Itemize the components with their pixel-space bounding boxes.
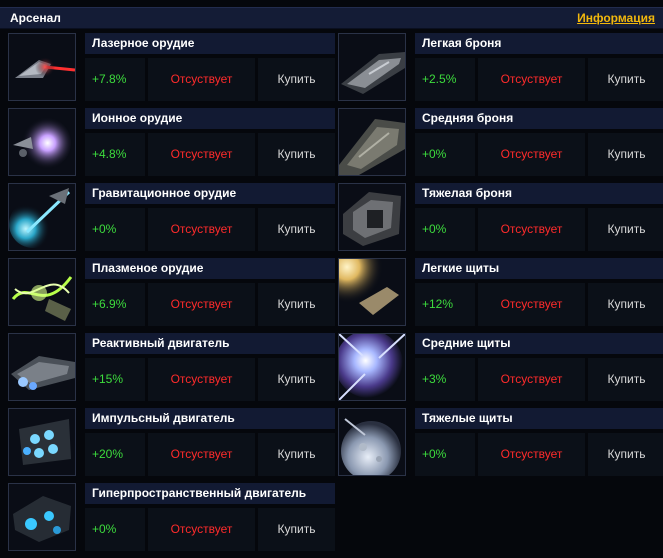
bonus-value: +4.8% bbox=[85, 133, 145, 176]
medium-shield-icon bbox=[338, 333, 406, 401]
item-plasma-cannon: Плазменое орудие +6.9% Отсуствует Купить bbox=[8, 258, 335, 326]
impulse-engine-icon bbox=[8, 408, 76, 476]
item-name: Лазерное орудие bbox=[85, 33, 335, 54]
status-label: Отсуствует bbox=[478, 283, 585, 326]
bonus-value: +7.8% bbox=[85, 58, 145, 101]
item-name: Легкая броня bbox=[415, 33, 663, 54]
item-name: Гиперпространственный двигатель bbox=[85, 483, 335, 504]
status-label: Отсуствует bbox=[148, 208, 255, 251]
laser-cannon-icon bbox=[8, 33, 76, 101]
light-armor-icon bbox=[338, 33, 406, 101]
bonus-value: +0% bbox=[415, 133, 475, 176]
item-medium-armor: Средняя броня +0% Отсуствует Купить bbox=[338, 108, 663, 176]
item-name: Реактивный двигатель bbox=[85, 333, 335, 354]
buy-button[interactable]: Купить bbox=[588, 283, 663, 326]
status-label: Отсуствует bbox=[148, 283, 255, 326]
status-label: Отсуствует bbox=[148, 508, 255, 551]
buy-button[interactable]: Купить bbox=[588, 133, 663, 176]
item-name: Средняя броня bbox=[415, 108, 663, 129]
status-label: Отсуствует bbox=[148, 358, 255, 401]
item-name: Тяжелая броня bbox=[415, 183, 663, 204]
bonus-value: +12% bbox=[415, 283, 475, 326]
buy-button[interactable]: Купить bbox=[258, 508, 335, 551]
plasma-cannon-icon bbox=[8, 258, 76, 326]
status-label: Отсуствует bbox=[478, 433, 585, 476]
item-heavy-shield: Тяжелые щиты +0% Отсуствует Купить bbox=[338, 408, 663, 476]
bonus-value: +0% bbox=[415, 433, 475, 476]
medium-armor-icon bbox=[338, 108, 406, 176]
gravity-cannon-icon bbox=[8, 183, 76, 251]
item-name: Гравитационное орудие bbox=[85, 183, 335, 204]
buy-button[interactable]: Купить bbox=[588, 208, 663, 251]
bonus-value: +6.9% bbox=[85, 283, 145, 326]
heavy-shield-icon bbox=[338, 408, 406, 476]
status-label: Отсуствует bbox=[478, 208, 585, 251]
bonus-value: +0% bbox=[85, 208, 145, 251]
item-name: Тяжелые щиты bbox=[415, 408, 663, 429]
bonus-value: +15% bbox=[85, 358, 145, 401]
item-laser-cannon: Лазерное орудие +7.8% Отсуствует Купить bbox=[8, 33, 335, 101]
item-light-shield: Легкие щиты +12% Отсуствует Купить bbox=[338, 258, 663, 326]
jet-engine-icon bbox=[8, 333, 76, 401]
page-title: Арсенал bbox=[10, 11, 61, 25]
buy-button[interactable]: Купить bbox=[258, 358, 335, 401]
buy-button[interactable]: Купить bbox=[588, 58, 663, 101]
status-label: Отсуствует bbox=[148, 58, 255, 101]
heavy-armor-icon bbox=[338, 183, 406, 251]
item-hyperspace-engine: Гиперпространственный двигатель +0% Отсу… bbox=[8, 483, 335, 551]
bonus-value: +2.5% bbox=[415, 58, 475, 101]
bonus-value: +0% bbox=[85, 508, 145, 551]
item-gravity-cannon: Гравитационное орудие +0% Отсуствует Куп… bbox=[8, 183, 335, 251]
status-label: Отсуствует bbox=[148, 133, 255, 176]
item-heavy-armor: Тяжелая броня +0% Отсуствует Купить bbox=[338, 183, 663, 251]
light-shield-icon bbox=[338, 258, 406, 326]
bonus-value: +3% bbox=[415, 358, 475, 401]
status-label: Отсуствует bbox=[478, 358, 585, 401]
buy-button[interactable]: Купить bbox=[258, 133, 335, 176]
item-medium-shield: Средние щиты +3% Отсуствует Купить bbox=[338, 333, 663, 401]
status-label: Отсуствует bbox=[478, 58, 585, 101]
info-link[interactable]: Информация bbox=[577, 11, 655, 25]
buy-button[interactable]: Купить bbox=[258, 283, 335, 326]
item-ion-cannon: Ионное орудие +4.8% Отсуствует Купить bbox=[8, 108, 335, 176]
item-name: Плазменое орудие bbox=[85, 258, 335, 279]
status-label: Отсуствует bbox=[148, 433, 255, 476]
buy-button[interactable]: Купить bbox=[258, 58, 335, 101]
bonus-value: +20% bbox=[85, 433, 145, 476]
ion-cannon-icon bbox=[8, 108, 76, 176]
buy-button[interactable]: Купить bbox=[258, 433, 335, 476]
item-impulse-engine: Импульсный двигатель +20% Отсуствует Куп… bbox=[8, 408, 335, 476]
item-light-armor: Легкая броня +2.5% Отсуствует Купить bbox=[338, 33, 663, 101]
item-name: Ионное орудие bbox=[85, 108, 335, 129]
buy-button[interactable]: Купить bbox=[588, 433, 663, 476]
item-name: Легкие щиты bbox=[415, 258, 663, 279]
buy-button[interactable]: Купить bbox=[258, 208, 335, 251]
buy-button[interactable]: Купить bbox=[588, 358, 663, 401]
item-name: Импульсный двигатель bbox=[85, 408, 335, 429]
arsenal-header: Арсенал Информация bbox=[0, 7, 663, 29]
status-label: Отсуствует bbox=[478, 133, 585, 176]
item-name: Средние щиты bbox=[415, 333, 663, 354]
item-jet-engine: Реактивный двигатель +15% Отсуствует Куп… bbox=[8, 333, 335, 401]
bonus-value: +0% bbox=[415, 208, 475, 251]
hyperspace-engine-icon bbox=[8, 483, 76, 551]
